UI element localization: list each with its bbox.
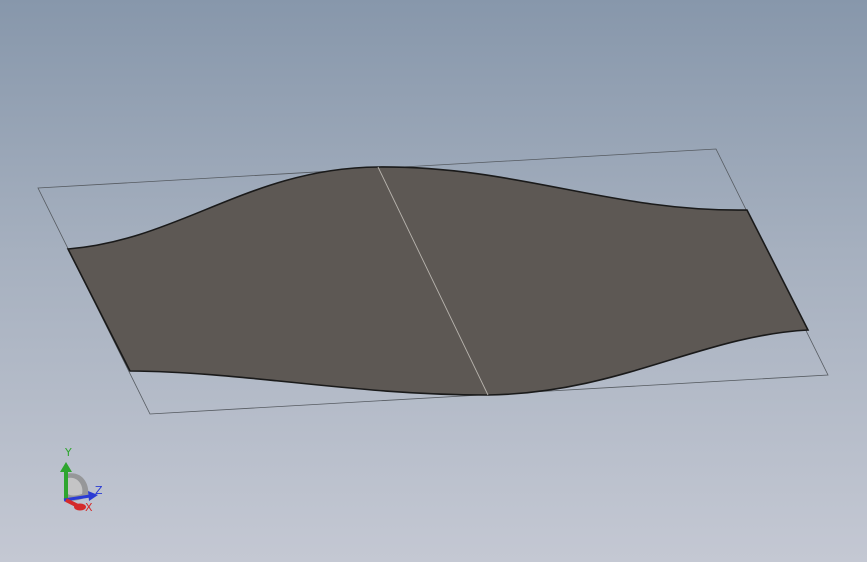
graphics-viewport[interactable]: Y Z X [0, 0, 867, 562]
axis-triad: Y Z X [60, 446, 103, 514]
model-scene[interactable] [0, 0, 867, 562]
y-axis-arrow [60, 462, 72, 472]
z-axis-label: Z [95, 484, 103, 497]
surface-body[interactable] [66, 166, 810, 396]
x-axis-label: X [85, 501, 93, 514]
y-axis-label: Y [64, 446, 72, 459]
